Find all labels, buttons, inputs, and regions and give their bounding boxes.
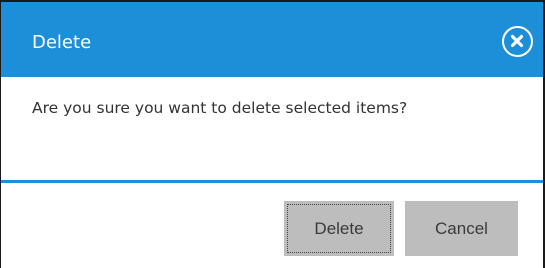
- dialog-title: Delete: [32, 32, 92, 53]
- delete-dialog: Delete Are you sure you want to delete s…: [0, 0, 545, 268]
- dialog-separator: [1, 180, 543, 183]
- cancel-button[interactable]: Cancel: [405, 201, 518, 256]
- delete-button[interactable]: Delete: [284, 201, 394, 256]
- close-button[interactable]: [502, 26, 533, 57]
- dialog-header: Delete: [1, 2, 543, 77]
- dialog-message: Are you sure you want to delete selected…: [32, 99, 408, 117]
